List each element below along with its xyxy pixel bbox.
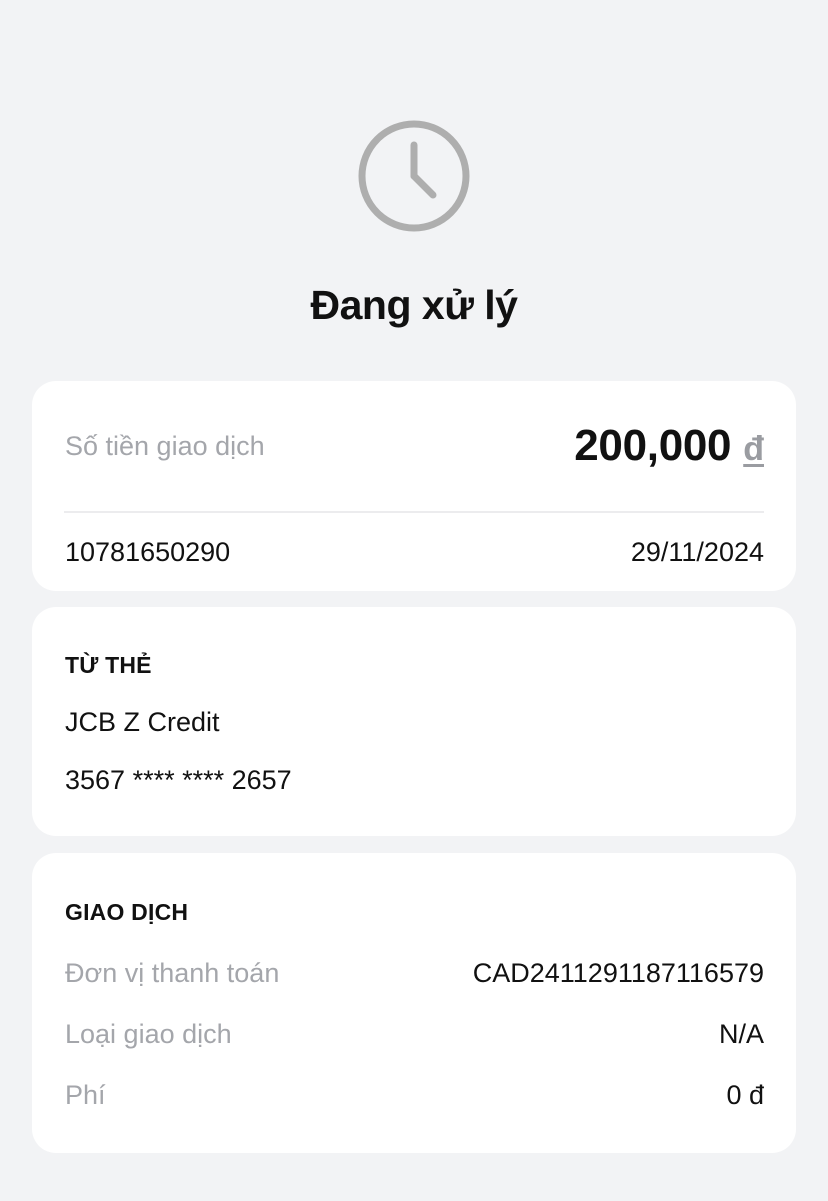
currency-symbol: đ	[743, 430, 764, 468]
fee-value: 0 đ	[726, 1080, 764, 1110]
source-card-heading: TỪ THẺ	[65, 652, 152, 678]
source-card: TỪ THẺ JCB Z Credit 3567 **** **** 2657	[32, 607, 796, 836]
merchant-label: Đơn vị thanh toán	[65, 958, 280, 988]
merchant-value: CAD2411291187116579	[472, 958, 764, 988]
amount-number: 200,000	[574, 421, 732, 470]
card-number: 3567 **** **** 2657	[65, 765, 292, 795]
divider	[64, 511, 764, 513]
amount-value: 200,000 đ	[574, 421, 764, 471]
fee-label: Phí	[65, 1080, 106, 1110]
amount-label: Số tiền giao dịch	[65, 431, 265, 461]
transaction-heading: GIAO DỊCH	[65, 899, 189, 925]
status-title: Đang xử lý	[310, 282, 518, 328]
transaction-status-screen: Đang xử lý Số tiền giao dịch 200,000 đ 1…	[0, 0, 828, 1201]
transaction-type-label: Loại giao dịch	[65, 1019, 232, 1049]
transaction-id: 10781650290	[65, 537, 231, 567]
amount-card: Số tiền giao dịch 200,000 đ 10781650290 …	[32, 381, 796, 591]
clock-icon	[358, 120, 470, 232]
card-name: JCB Z Credit	[65, 707, 220, 737]
transaction-date: 29/11/2024	[630, 537, 764, 567]
transaction-type-value: N/A	[718, 1019, 764, 1049]
transaction-details-card: GIAO DỊCH Đơn vị thanh toán CAD241129118…	[32, 853, 796, 1153]
